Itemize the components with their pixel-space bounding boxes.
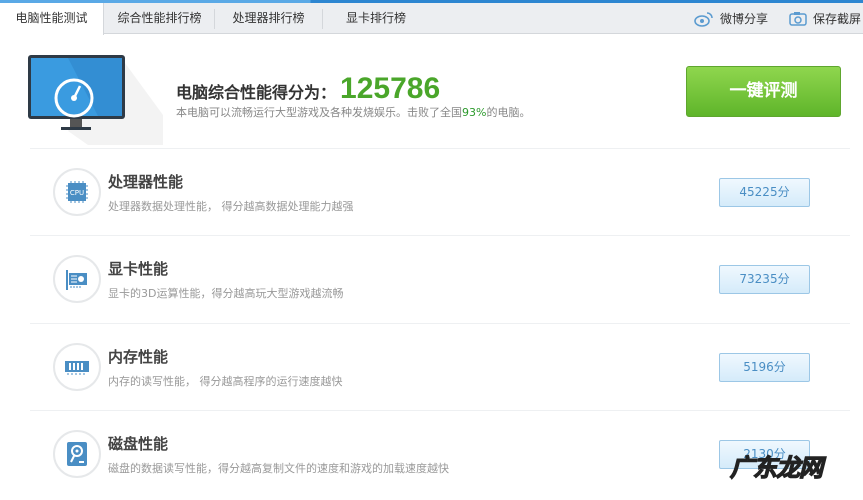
divider: [30, 148, 850, 149]
desc-prefix: 本电脑可以流畅运行大型游戏及各种发烧娱乐。击败了全国: [176, 106, 462, 119]
row-description: 磁盘的数据读写性能，得分越高复制文件的速度和游戏的加载速度越快: [108, 462, 449, 475]
overall-score-heading: 电脑综合性能得分为： 125786: [176, 72, 440, 106]
watermark: 广东龙网: [729, 453, 823, 482]
weibo-share-label: 微博分享: [720, 11, 769, 26]
svg-text:CPU: CPU: [70, 189, 84, 197]
row-title: 显卡性能: [108, 260, 169, 278]
gpu-row: 显卡性能 显卡的3D运算性能，得分越高玩大型游戏越流畅 73235分: [0, 237, 863, 325]
graphics-card-icon: [53, 255, 101, 303]
score-description: 本电脑可以流畅运行大型游戏及各种发烧娱乐。击败了全国93%的电脑。: [176, 104, 530, 120]
cpu-score-button[interactable]: 45225分: [719, 178, 810, 207]
memory-row: 内存性能 内存的读写性能， 得分越高程序的运行速度越快 5196分: [0, 325, 863, 413]
save-screenshot-button[interactable]: 保存截屏: [789, 3, 861, 34]
save-screenshot-label: 保存截屏: [813, 11, 862, 26]
one-click-evaluate-button[interactable]: 一键评测: [686, 66, 841, 117]
camera-icon: [789, 12, 807, 26]
overall-score-label: 电脑综合性能得分为：: [176, 83, 337, 102]
cpu-row: CPU 处理器性能 处理器数据处理性能， 得分越高数据处理能力越强 45225分: [0, 150, 863, 238]
monitor-speedometer-icon: [28, 55, 163, 145]
gpu-score-button[interactable]: 73235分: [719, 265, 810, 294]
memory-icon: [53, 343, 101, 391]
divider: [30, 235, 850, 236]
tab-overall-ranking[interactable]: 综合性能排行榜: [105, 3, 214, 34]
cpu-icon: CPU: [53, 168, 101, 216]
disk-icon: [53, 430, 101, 478]
row-description: 内存的读写性能， 得分越高程序的运行速度越快: [108, 375, 343, 388]
weibo-share-button[interactable]: 微博分享: [694, 3, 768, 34]
row-title: 内存性能: [108, 348, 169, 366]
overall-score-value: 125786: [340, 72, 441, 105]
tab-bar: 电脑性能测试 综合性能排行榜 处理器排行榜 显卡排行榜 微博分享 保存截屏: [0, 3, 863, 35]
percent-beaten: 93%: [462, 106, 487, 119]
row-description: 显卡的3D运算性能，得分越高玩大型游戏越流畅: [108, 287, 344, 300]
row-title: 磁盘性能: [108, 435, 169, 453]
divider: [30, 323, 850, 324]
tab-pc-test[interactable]: 电脑性能测试: [0, 3, 104, 35]
tab-cpu-ranking[interactable]: 处理器排行榜: [215, 3, 322, 34]
tab-gpu-ranking[interactable]: 显卡排行榜: [323, 3, 429, 34]
memory-score-button[interactable]: 5196分: [719, 353, 810, 382]
desc-suffix: 的电脑。: [486, 106, 531, 119]
row-description: 处理器数据处理性能， 得分越高数据处理能力越强: [108, 200, 354, 213]
weibo-icon: [694, 11, 713, 27]
divider: [30, 410, 850, 411]
row-title: 处理器性能: [108, 173, 184, 191]
